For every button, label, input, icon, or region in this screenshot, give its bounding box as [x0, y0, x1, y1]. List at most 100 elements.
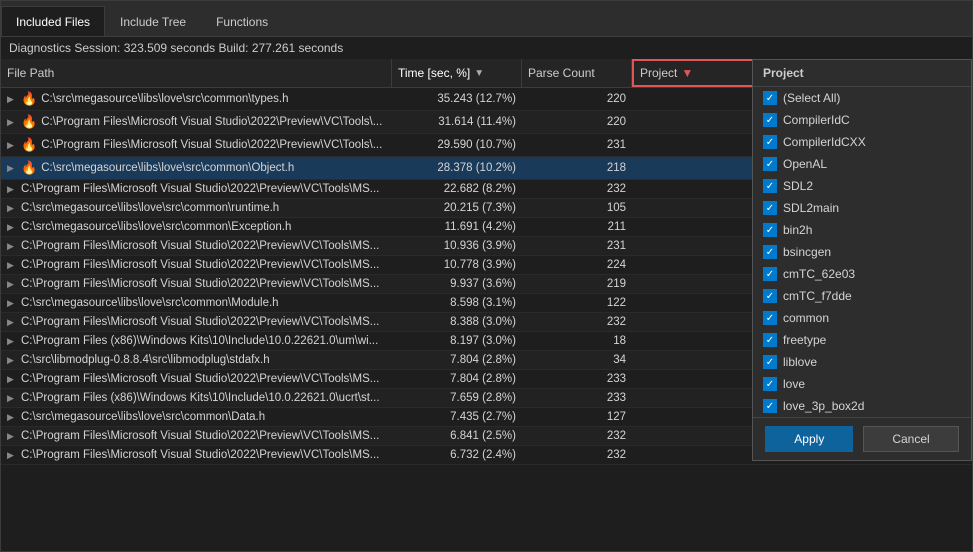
cell-parse-count: 232 — [522, 427, 632, 445]
cell-project — [632, 281, 772, 287]
col-header-project[interactable]: Project ▼ — [632, 59, 772, 87]
dropdown-checkbox[interactable]: ✓ — [763, 399, 777, 413]
expand-arrow-icon[interactable]: ▶ — [7, 163, 17, 174]
flame-icon: 🔥 — [21, 114, 37, 130]
expand-arrow-icon[interactable]: ▶ — [7, 241, 17, 252]
dropdown-checkbox[interactable]: ✓ — [763, 333, 777, 347]
cell-time: 6.732 (2.4%) — [392, 446, 522, 464]
dropdown-item[interactable]: ✓ CompilerIdC — [753, 109, 971, 131]
file-path-text: C:\Program Files\Microsoft Visual Studio… — [21, 316, 379, 328]
dropdown-checkbox[interactable]: ✓ — [763, 135, 777, 149]
dropdown-checkbox[interactable]: ✓ — [763, 289, 777, 303]
file-path-text: C:\Program Files\Microsoft Visual Studio… — [21, 449, 379, 461]
col-header-time[interactable]: Time [sec, %] ▼ — [392, 59, 522, 87]
expand-arrow-icon[interactable]: ▶ — [7, 450, 17, 461]
dropdown-checkbox[interactable]: ✓ — [763, 223, 777, 237]
cell-project — [632, 319, 772, 325]
dropdown-item[interactable]: ✓ cmTC_f7dde — [753, 285, 971, 307]
dropdown-checkbox[interactable]: ✓ — [763, 179, 777, 193]
file-path-text: C:\Program Files\Microsoft Visual Studio… — [21, 430, 379, 442]
file-path-text: C:\src\megasource\libs\love\src\common\D… — [21, 411, 265, 423]
expand-arrow-icon[interactable]: ▶ — [7, 393, 17, 404]
dropdown-item[interactable]: ✓ (Select All) — [753, 87, 971, 109]
dropdown-checkbox[interactable]: ✓ — [763, 355, 777, 369]
session-info: Diagnostics Session: 323.509 seconds Bui… — [1, 37, 972, 59]
dropdown-item[interactable]: ✓bin2h — [753, 219, 971, 241]
dropdown-item-label: freetype — [783, 333, 826, 347]
cell-time: 7.435 (2.7%) — [392, 408, 522, 426]
col-header-file-path[interactable]: File Path — [1, 59, 392, 87]
expand-arrow-icon[interactable]: ▶ — [7, 184, 17, 195]
cell-parse-count: 232 — [522, 446, 632, 464]
dropdown-item[interactable]: ✓OpenAL — [753, 153, 971, 175]
cell-time: 9.937 (3.6%) — [392, 275, 522, 293]
dropdown-checkbox[interactable]: ✓ — [763, 91, 777, 105]
cell-project — [632, 433, 772, 439]
expand-arrow-icon[interactable]: ▶ — [7, 117, 17, 128]
dropdown-item[interactable]: ✓ freetype — [753, 329, 971, 351]
expand-arrow-icon[interactable]: ▶ — [7, 260, 17, 271]
file-path-text: C:\Program Files\Microsoft Visual Studio… — [41, 139, 382, 151]
file-path-text: C:\Program Files\Microsoft Visual Studio… — [21, 278, 379, 290]
expand-arrow-icon[interactable]: ▶ — [7, 317, 17, 328]
file-path-text: C:\Program Files (x86)\Windows Kits\10\I… — [21, 335, 378, 347]
dropdown-item-label: bsincgen — [783, 245, 831, 259]
dropdown-checkbox[interactable]: ✓ — [763, 311, 777, 325]
dropdown-item[interactable]: ✓cmTC_62e03 — [753, 263, 971, 285]
dropdown-list[interactable]: ✓(Select All)✓CompilerIdC✓CompilerIdCXX✓… — [753, 87, 971, 417]
cell-time: 8.197 (3.0%) — [392, 332, 522, 350]
expand-arrow-icon[interactable]: ▶ — [7, 355, 17, 366]
file-path-text: C:\Program Files\Microsoft Visual Studio… — [21, 259, 379, 271]
expand-arrow-icon[interactable]: ▶ — [7, 412, 17, 423]
dropdown-item-label: common — [783, 311, 829, 325]
tab-included-files[interactable]: Included Files — [1, 6, 105, 36]
dropdown-item[interactable]: ✓SDL2 — [753, 175, 971, 197]
cell-file-path: ▶🔥C:\Program Files\Microsoft Visual Stud… — [1, 134, 392, 156]
expand-arrow-icon[interactable]: ▶ — [7, 94, 17, 105]
cell-parse-count: 231 — [522, 237, 632, 255]
dropdown-item[interactable]: ✓ bsincgen — [753, 241, 971, 263]
dropdown-item[interactable]: ✓CompilerIdCXX — [753, 131, 971, 153]
expand-arrow-icon[interactable]: ▶ — [7, 140, 17, 151]
cell-file-path: ▶ C:\Program Files (x86)\Windows Kits\10\… — [1, 332, 392, 350]
cancel-button[interactable]: Cancel — [863, 426, 958, 452]
tab-functions[interactable]: Functions — [201, 6, 283, 36]
expand-arrow-icon[interactable]: ▶ — [7, 222, 17, 233]
dropdown-checkbox[interactable]: ✓ — [763, 201, 777, 215]
dropdown-item-label: (Select All) — [783, 91, 840, 105]
cell-file-path: ▶C:\src\megasource\libs\love\src\common\… — [1, 199, 392, 217]
expand-arrow-icon[interactable]: ▶ — [7, 203, 17, 214]
dropdown-item[interactable]: ✓SDL2main — [753, 197, 971, 219]
dropdown-checkbox[interactable]: ✓ — [763, 157, 777, 171]
cell-parse-count: 224 — [522, 256, 632, 274]
dropdown-item[interactable]: ✓love_3p_box2d — [753, 395, 971, 417]
cell-parse-count: 231 — [522, 136, 632, 154]
tab-include-tree[interactable]: Include Tree — [105, 6, 201, 36]
dropdown-checkbox[interactable]: ✓ — [763, 245, 777, 259]
dropdown-checkbox[interactable]: ✓ — [763, 377, 777, 391]
dropdown-item[interactable]: ✓liblove — [753, 351, 971, 373]
dropdown-item[interactable]: ✓ love — [753, 373, 971, 395]
expand-arrow-icon[interactable]: ▶ — [7, 431, 17, 442]
dropdown-item-label: love — [783, 377, 805, 391]
cell-parse-count: 220 — [522, 90, 632, 108]
cell-project — [632, 300, 772, 306]
dropdown-item-label: CompilerIdC — [783, 113, 850, 127]
cell-project — [632, 357, 772, 363]
expand-arrow-icon[interactable]: ▶ — [7, 374, 17, 385]
cell-file-path: ▶ C:\src\megasource\libs\love\src\common\… — [1, 408, 392, 426]
expand-arrow-icon[interactable]: ▶ — [7, 279, 17, 290]
cell-time: 31.614 (11.4%) — [392, 113, 522, 131]
cell-file-path: ▶C:\Program Files\Microsoft Visual Studi… — [1, 370, 392, 388]
file-path-text: C:\src\megasource\libs\love\src\common\E… — [21, 221, 291, 233]
expand-arrow-icon[interactable]: ▶ — [7, 298, 17, 309]
col-header-parse-count[interactable]: Parse Count — [522, 59, 632, 87]
dropdown-checkbox[interactable]: ✓ — [763, 113, 777, 127]
dropdown-item[interactable]: ✓ common — [753, 307, 971, 329]
dropdown-item-label: cmTC_f7dde — [783, 289, 852, 303]
cell-file-path: ▶C:\Program Files\Microsoft Visual Studi… — [1, 237, 392, 255]
apply-button[interactable]: Apply — [765, 426, 853, 452]
dropdown-checkbox[interactable]: ✓ — [763, 267, 777, 281]
expand-arrow-icon[interactable]: ▶ — [7, 336, 17, 347]
cell-parse-count: 220 — [522, 113, 632, 131]
